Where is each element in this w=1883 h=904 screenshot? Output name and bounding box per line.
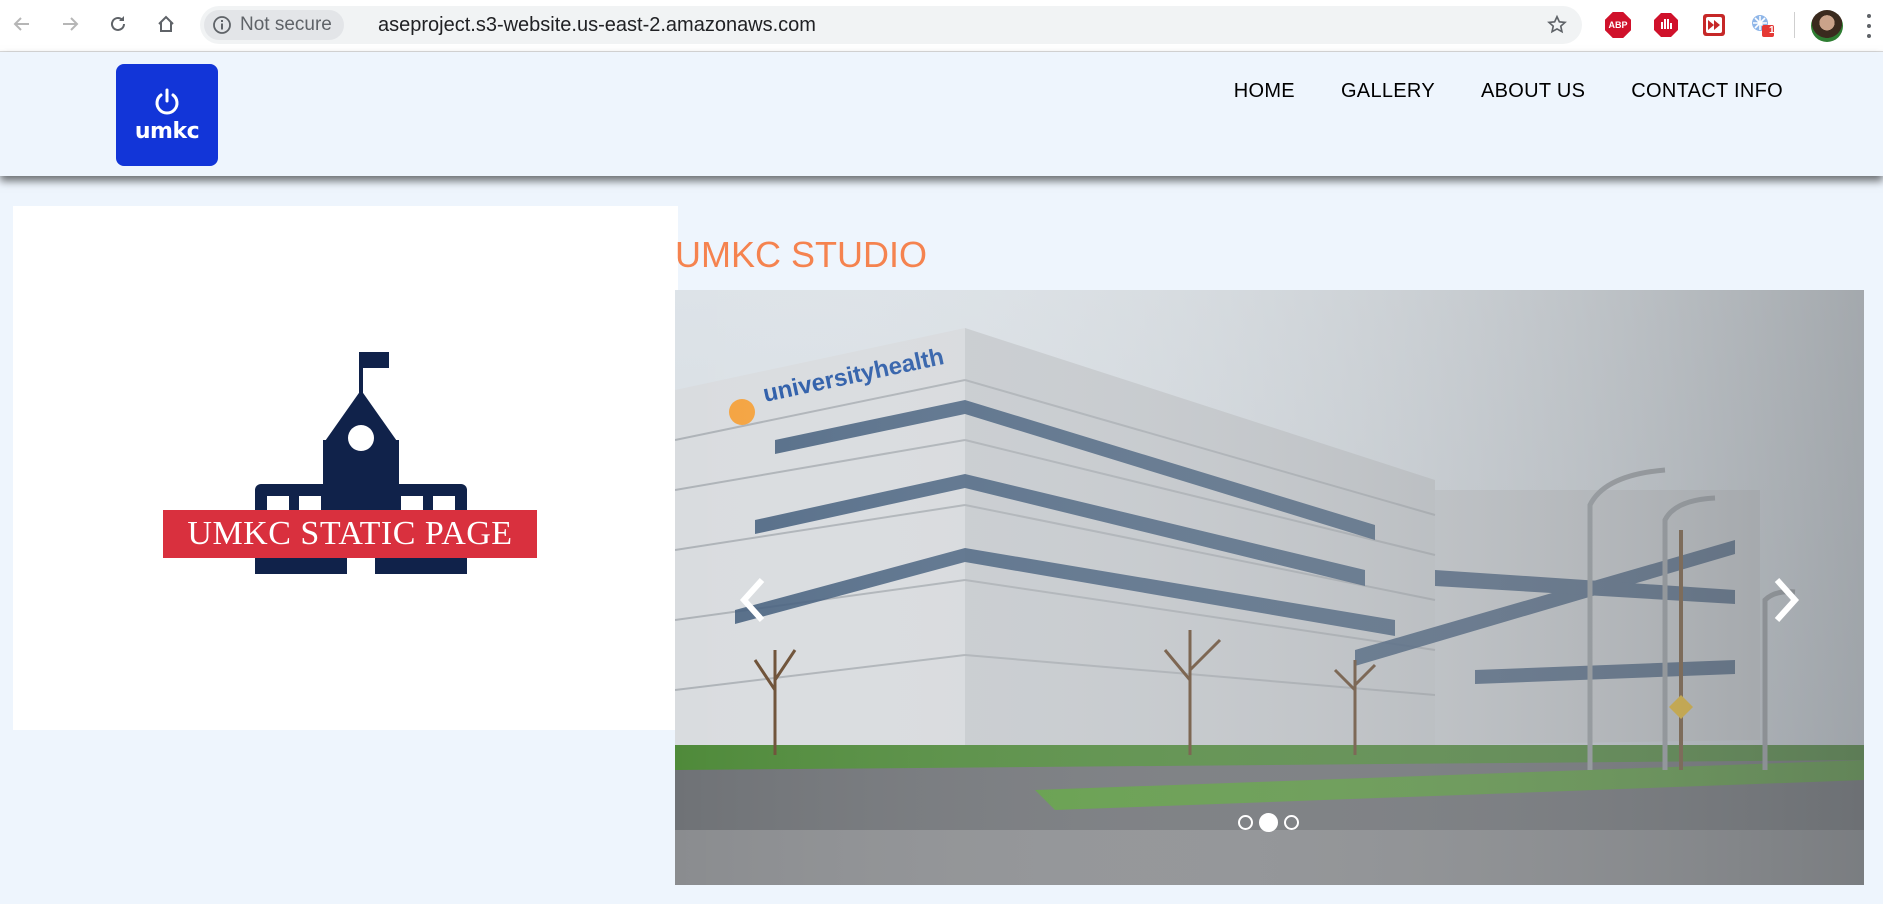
address-bar[interactable]: Not secure aseproject.s3-website.us-east… [200, 6, 1582, 44]
profile-avatar[interactable] [1811, 10, 1843, 42]
site-logo[interactable]: umkc [116, 64, 218, 166]
adblock-plus-extension[interactable]: ABP [1604, 11, 1632, 39]
chevron-right-icon [1774, 577, 1800, 623]
back-arrow-icon [13, 17, 29, 31]
stop-extension[interactable] [1652, 11, 1680, 39]
nav-gallery[interactable]: GALLERY [1341, 80, 1435, 103]
home-button[interactable] [152, 10, 180, 38]
nav-home[interactable]: HOME [1234, 80, 1295, 103]
security-label: Not secure [240, 14, 332, 35]
image-carousel[interactable]: universityhealth [675, 290, 1864, 885]
home-icon [158, 15, 174, 32]
fast-forward-extension[interactable] [1700, 11, 1728, 39]
carousel-indicator-1[interactable] [1238, 815, 1253, 830]
logo-text: umkc [134, 118, 200, 144]
browser-toolbar: Not secure aseproject.s3-website.us-east… [0, 0, 1883, 52]
stop-hand-icon [1654, 13, 1678, 37]
info-icon [213, 16, 231, 34]
fast-forward-icon [1703, 14, 1725, 36]
extension-badge-count: 1 [1769, 25, 1775, 36]
browser-menu-button[interactable] [1866, 14, 1872, 38]
back-button[interactable] [8, 10, 36, 38]
toolbar-divider [1794, 12, 1795, 38]
site-header: umkc HOME GALLERY ABOUT US CONTACT INFO [0, 52, 1883, 176]
url-text: aseproject.s3-website.us-east-2.amazonaw… [378, 14, 816, 36]
nav-contact-info[interactable]: CONTACT INFO [1631, 80, 1783, 103]
carousel-indicators [1238, 813, 1299, 832]
static-page-banner: UMKC STATIC PAGE [163, 510, 537, 558]
forward-arrow-icon [63, 17, 79, 31]
main-nav: HOME GALLERY ABOUT US CONTACT INFO [1234, 80, 1783, 103]
nav-about-us[interactable]: ABOUT US [1481, 80, 1585, 103]
carousel-indicator-3[interactable] [1284, 815, 1299, 830]
power-icon [155, 88, 179, 114]
forward-button[interactable] [56, 10, 84, 38]
static-page-card: UMKC STATIC PAGE [13, 206, 678, 730]
snowflake-extension[interactable]: 1 [1748, 11, 1776, 39]
security-indicator[interactable]: Not secure [204, 10, 344, 40]
carousel-building-photo: universityhealth [675, 290, 1864, 885]
carousel-next-button[interactable] [1766, 572, 1806, 628]
adblock-plus-icon: ABP [1605, 12, 1631, 38]
chevron-left-icon [739, 577, 765, 623]
carousel-prev-button[interactable] [733, 572, 773, 628]
bookmark-star-icon[interactable] [1546, 14, 1568, 36]
reload-button[interactable] [104, 10, 132, 38]
carousel-indicator-2[interactable] [1259, 813, 1278, 832]
reload-icon [111, 16, 125, 31]
studio-title: UMKC STUDIO [675, 234, 927, 275]
